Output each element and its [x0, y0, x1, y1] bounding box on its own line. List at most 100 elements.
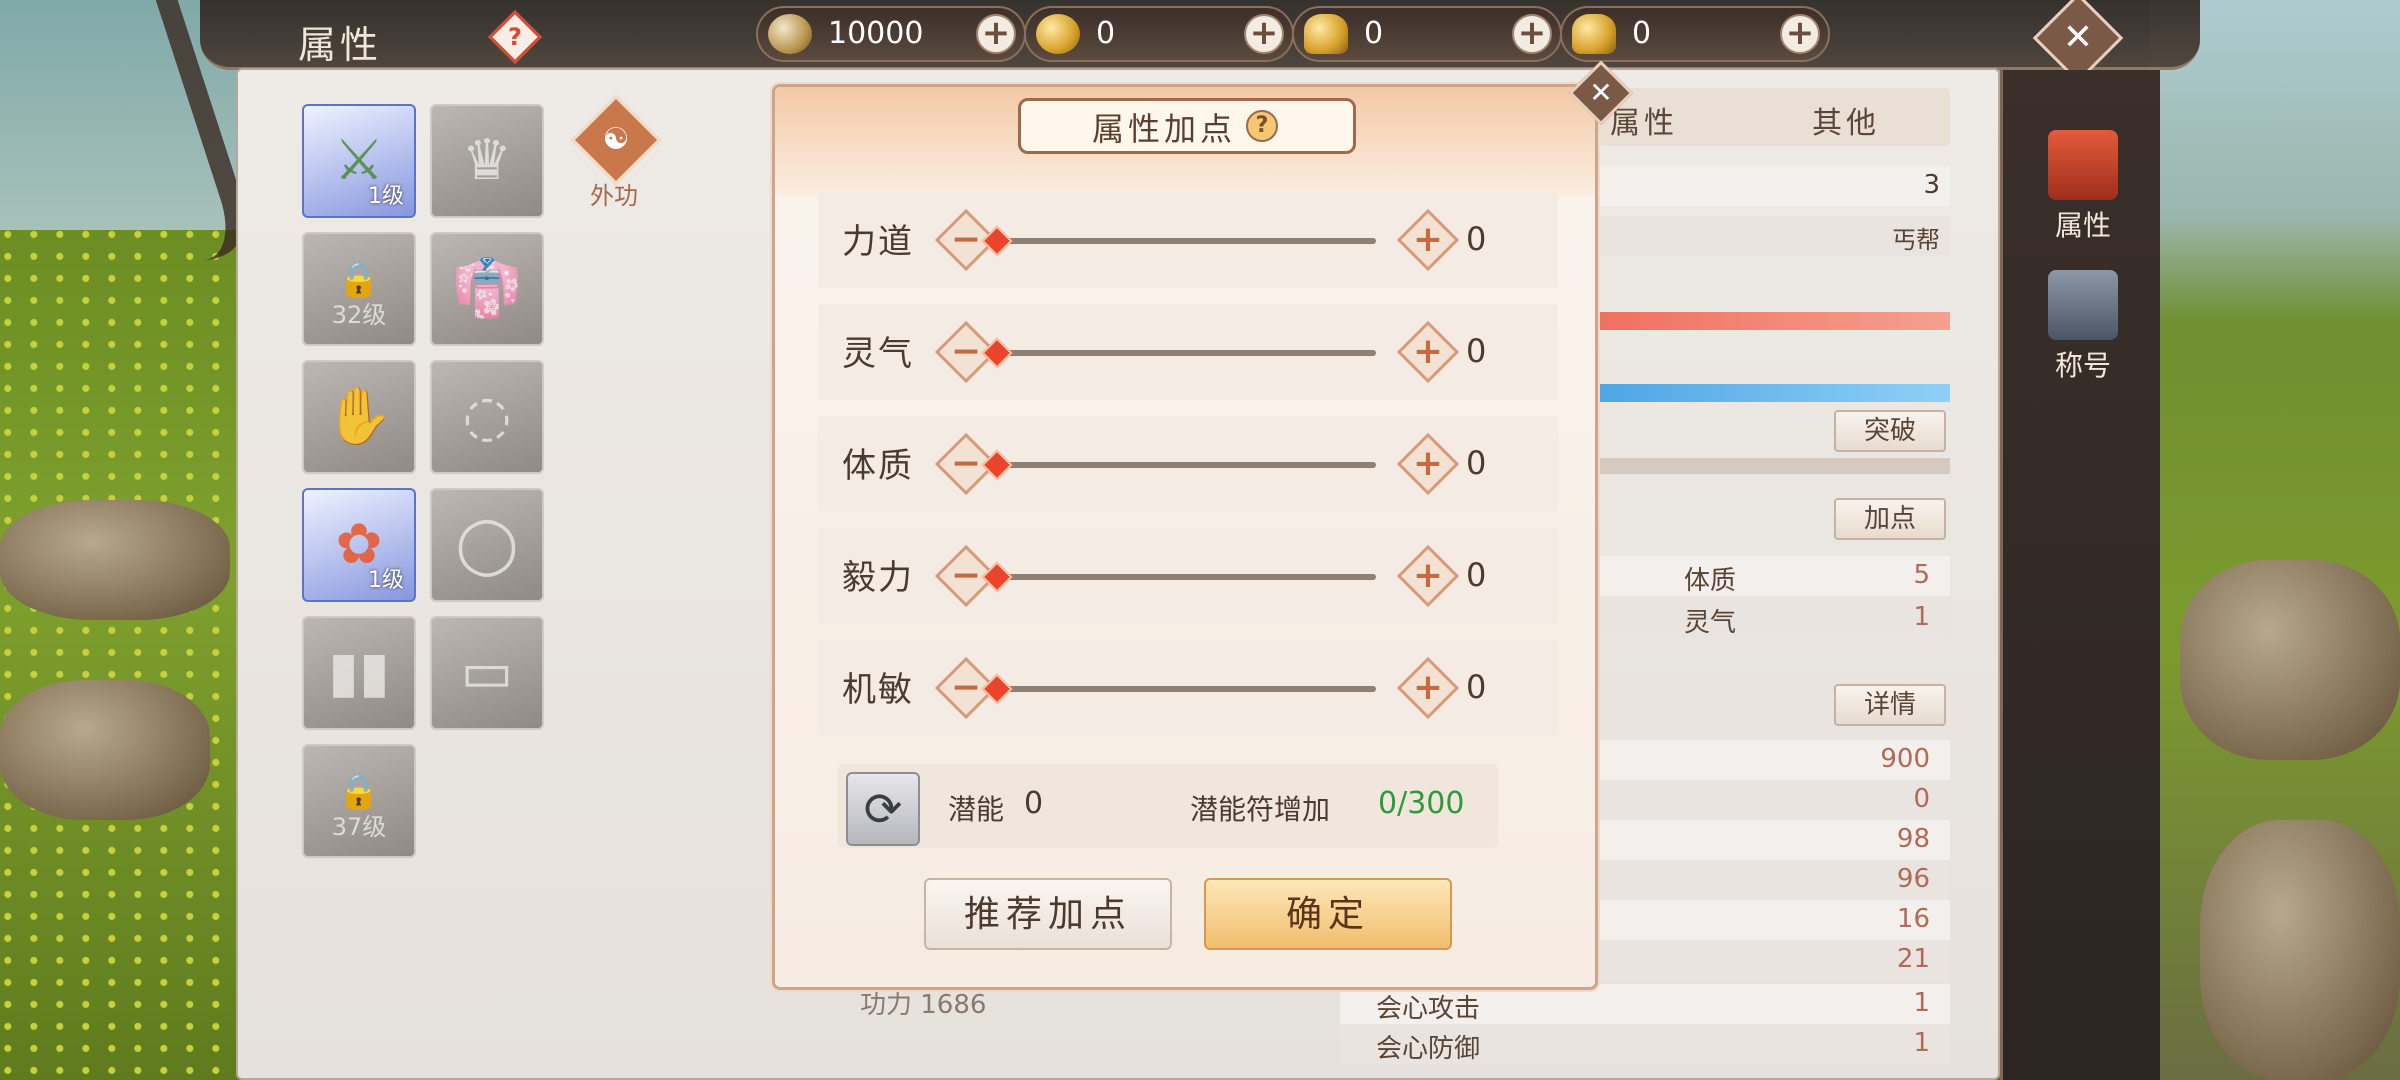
currency-slot: 0 +: [1560, 6, 1830, 62]
fist-icon: ☯: [602, 122, 630, 157]
equip-slot-locked[interactable]: 🔒 37级: [302, 744, 416, 858]
mp-bar: [1600, 384, 1950, 402]
gold-ingot-icon: [1572, 14, 1616, 54]
emblem-icon: [2048, 270, 2118, 340]
unlock-level: 37级: [331, 813, 387, 841]
scenery-grass-left: [0, 230, 240, 1080]
stat-label: 体质: [1684, 566, 1737, 596]
equip-slot-necklace[interactable]: ◌: [430, 360, 544, 474]
increase-button[interactable]: +: [1396, 544, 1460, 608]
crit-defense-label: 会心防御: [1376, 1034, 1481, 1064]
helmet-icon: ♛: [461, 128, 513, 193]
scenery-rock: [2180, 560, 2400, 760]
talisman-value: 0/300: [1378, 786, 1465, 821]
stat-value: 0: [1466, 220, 1487, 258]
scenery-rock: [0, 680, 210, 820]
increase-button[interactable]: +: [1396, 320, 1460, 384]
stat-slider-track[interactable]: [986, 574, 1376, 580]
addpoint-button[interactable]: 加点: [1834, 498, 1946, 540]
stat-label: 灵气: [1684, 608, 1737, 638]
stat-value: 0: [1466, 444, 1487, 482]
info-tabs: 属性 其他: [1600, 88, 1950, 146]
equip-slot-gloves[interactable]: ✋: [302, 360, 416, 474]
necklace-icon: ◌: [462, 384, 512, 449]
school-label: 外功: [590, 182, 638, 210]
plus-icon: +: [1412, 555, 1444, 596]
recommend-button[interactable]: 推荐加点: [924, 878, 1172, 950]
crit-attack-label: 会心攻击: [1376, 994, 1481, 1024]
equip-slot-locked[interactable]: 🔒 32级: [302, 232, 416, 346]
stat-value: 5: [1913, 560, 1930, 590]
ring-icon: ◯: [455, 512, 519, 577]
increase-button[interactable]: +: [1396, 432, 1460, 496]
currency-value: 0: [1364, 16, 1384, 51]
details-button[interactable]: 详情: [1834, 684, 1946, 726]
slot-level: 1级: [368, 184, 404, 209]
minus-icon: −: [950, 331, 982, 372]
currency-slot: 0 +: [1292, 6, 1562, 62]
info-row: 会心防御 1: [1340, 1024, 1950, 1064]
add-currency-button[interactable]: +: [1244, 14, 1284, 54]
add-currency-button[interactable]: +: [976, 14, 1016, 54]
info-row: 98: [1600, 820, 1950, 860]
stat-slider-track[interactable]: [986, 350, 1376, 356]
currency-slot: 10000 +: [756, 6, 1026, 62]
lock-icon: 🔒: [337, 772, 381, 812]
stat-value: 21: [1896, 944, 1930, 974]
coin-icon: [768, 14, 812, 54]
info-row: 灵气 1: [1600, 598, 1950, 638]
side-tab-label: 属性: [2054, 209, 2111, 242]
side-tab-title[interactable]: 称号: [2033, 270, 2133, 384]
sect-value: 丐帮: [1892, 226, 1940, 254]
stat-value: 0: [1913, 784, 1930, 814]
stat-value: 1: [1913, 602, 1930, 632]
stat-value: 1: [1913, 988, 1930, 1018]
stat-slider-row: 体质 − + 0: [818, 416, 1558, 512]
info-row: 900: [1600, 740, 1950, 780]
equip-slot-weapon[interactable]: ⚔ 1级: [302, 104, 416, 218]
stat-slider-track[interactable]: [986, 462, 1376, 468]
unlock-level: 32级: [331, 301, 387, 329]
dialog-title: 属性加点: [1092, 110, 1237, 148]
info-row: 96: [1600, 860, 1950, 900]
slot-level: 1级: [368, 568, 404, 593]
dialog-help-button[interactable]: ?: [1246, 110, 1278, 142]
scenery-rock: [0, 500, 230, 620]
stat-slider-track[interactable]: [986, 238, 1376, 244]
helmet-icon: [2048, 130, 2118, 200]
add-currency-button[interactable]: +: [1512, 14, 1552, 54]
side-tab-attributes[interactable]: 属性: [2033, 130, 2133, 244]
equip-slot-boots[interactable]: ▮▮: [302, 616, 416, 730]
plus-icon: +: [1412, 667, 1444, 708]
armor-icon: 👘: [452, 256, 522, 321]
stat-slider-row: 力道 − + 0: [818, 192, 1558, 288]
bound-ingot-icon: [1304, 14, 1348, 54]
minus-icon: −: [950, 219, 982, 260]
gold-coin-icon: [1036, 14, 1080, 54]
equip-slot-helmet[interactable]: ♛: [430, 104, 544, 218]
confirm-button[interactable]: 确定: [1204, 878, 1452, 950]
equip-slot-belt[interactable]: ▭: [430, 616, 544, 730]
scenery-rock: [2200, 820, 2400, 1080]
lock-icon: 🔒: [337, 260, 381, 300]
equip-slot-ring-main[interactable]: ✿ 1级: [302, 488, 416, 602]
stat-value: 1: [1913, 1028, 1930, 1058]
info-row: 21: [1600, 940, 1950, 980]
belt-icon: ▭: [460, 640, 514, 705]
equip-slot-armor[interactable]: 👘: [430, 232, 544, 346]
currency-value: 0: [1632, 16, 1652, 51]
info-row: 丐帮: [1600, 216, 1950, 256]
breakthrough-button[interactable]: 突破: [1834, 410, 1946, 452]
info-row: 0: [1600, 780, 1950, 820]
increase-button[interactable]: +: [1396, 208, 1460, 272]
tab-other[interactable]: 其他: [1812, 98, 1880, 142]
minus-icon: −: [950, 667, 982, 708]
add-currency-button[interactable]: +: [1780, 14, 1820, 54]
equip-slot-ring[interactable]: ◯: [430, 488, 544, 602]
info-row: 3: [1600, 166, 1950, 206]
increase-button[interactable]: +: [1396, 656, 1460, 720]
level-value: 3: [1923, 170, 1940, 200]
stat-slider-track[interactable]: [986, 686, 1376, 692]
stat-slider-row: 灵气 − + 0: [818, 304, 1558, 400]
reset-points-button[interactable]: ⟳: [846, 772, 920, 846]
